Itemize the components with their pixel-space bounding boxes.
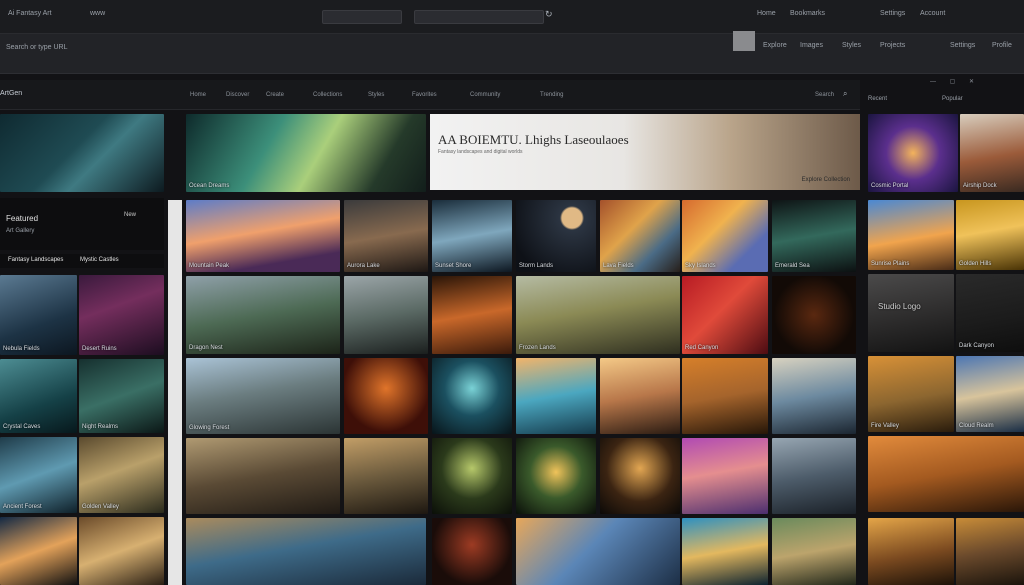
tile-image[interactable] (772, 518, 856, 585)
tile-image[interactable]: Desert Ruins (79, 275, 164, 355)
bookmark-item[interactable]: Home (757, 10, 776, 17)
window-controls[interactable]: — ▢ ✕ (930, 78, 1024, 85)
bookmark-item[interactable]: Bookmarks (790, 10, 825, 17)
address-bar[interactable] (322, 10, 402, 24)
toolbar-item[interactable]: Explore (763, 42, 787, 49)
tile-image[interactable]: Fire Valley (868, 356, 954, 432)
tile-image[interactable]: Studio Logo (868, 274, 954, 352)
nav-item-collections[interactable]: Collections (313, 92, 342, 98)
tile-image[interactable]: Night Realms (79, 359, 164, 433)
tile-image[interactable] (772, 276, 856, 354)
tile-image[interactable] (868, 436, 1024, 512)
tile-image[interactable]: Sunrise Plains (868, 200, 954, 270)
tile-image[interactable]: Sky Islands (682, 200, 768, 272)
address-text[interactable]: Search or type URL (6, 44, 67, 51)
tile-image[interactable]: Crystal Caves (0, 359, 77, 433)
tile-image[interactable] (79, 517, 164, 585)
right-link[interactable]: Recent (868, 96, 887, 102)
featured-sub: Art Gallery (6, 228, 35, 234)
featured-panel (0, 198, 164, 250)
tile-image[interactable] (600, 358, 680, 434)
tile-image[interactable]: Glowing Forest (186, 358, 340, 434)
toolbar-item[interactable]: Profile (992, 42, 1012, 49)
tile-image[interactable]: Lava Fields (600, 200, 680, 272)
nav-item-discover[interactable]: Discover (226, 92, 249, 98)
tile-image[interactable] (186, 438, 340, 514)
toolbar-item[interactable]: Images (800, 42, 823, 49)
scrollbar[interactable] (168, 200, 182, 585)
tile-image[interactable] (868, 518, 954, 585)
tile-image[interactable]: Aurora Lake (344, 200, 428, 272)
hero-subtitle: Fantasy landscapes and digital worlds (438, 149, 523, 155)
tile-image[interactable]: Cosmic Portal (868, 114, 958, 192)
url-label: www (90, 10, 106, 17)
tile-image[interactable]: Emerald Sea (772, 200, 856, 272)
nav-item-favorites[interactable]: Favorites (412, 92, 437, 98)
hero-banner[interactable]: AA BOIEMTU. Lhighs Laseoulaoes Fantasy l… (430, 114, 860, 190)
tile-image[interactable]: Storm Lands (516, 200, 596, 272)
toolbar (0, 34, 1024, 74)
tile-image[interactable]: Ocean Dreams (186, 114, 426, 192)
toolbar-item[interactable]: Projects (880, 42, 905, 49)
tile-image[interactable]: Sunset Shore (432, 200, 512, 272)
tile-image[interactable] (0, 114, 164, 192)
tile-image[interactable] (772, 358, 856, 434)
nav-item-home[interactable]: Home (190, 92, 206, 98)
tile-image[interactable]: Red Canyon (682, 276, 768, 354)
toolbar-item[interactable]: Settings (950, 42, 975, 49)
featured-chip[interactable]: New (124, 212, 136, 218)
tile-image[interactable] (600, 438, 680, 514)
hero-cta[interactable]: Explore Collection (802, 177, 850, 183)
tab-label[interactable]: Ai Fantasy Art (8, 10, 52, 17)
tile-image[interactable] (516, 438, 596, 514)
tile-image[interactable] (772, 438, 856, 514)
bookmark-item[interactable]: Account (920, 10, 945, 17)
hero-title: AA BOIEMTU. Lhighs Laseoulaoes (438, 132, 629, 147)
tile-image[interactable] (432, 438, 512, 514)
toolbar-item[interactable]: Styles (842, 42, 861, 49)
tile-image[interactable]: Airship Dock (960, 114, 1024, 192)
tile-image[interactable]: Dragon Nest (186, 276, 340, 354)
nav-item-styles[interactable]: Styles (368, 92, 384, 98)
search-icon[interactable]: ⌕ (843, 89, 847, 99)
tile-image[interactable] (344, 358, 428, 434)
bookmark-item[interactable]: Settings (880, 10, 905, 17)
brand-logo[interactable]: ArtGen (0, 90, 22, 97)
nav-item-community[interactable]: Community (470, 92, 500, 98)
tile-image[interactable] (516, 518, 680, 585)
tab-label[interactable]: Fantasy Landscapes (8, 257, 63, 263)
tile-image[interactable]: Ancient Forest (0, 437, 77, 513)
nav-item-trending[interactable]: Trending (540, 92, 563, 98)
tile-image[interactable]: Nebula Fields (0, 275, 77, 355)
tile-image[interactable] (682, 358, 768, 434)
featured-heading: Featured (6, 214, 39, 223)
tile-image[interactable]: Golden Valley (79, 437, 164, 513)
tile-image[interactable] (682, 438, 768, 514)
tile-image[interactable] (344, 438, 428, 514)
nav-item-create[interactable]: Create (266, 92, 284, 98)
tile-image[interactable] (516, 358, 596, 434)
tile-image[interactable]: Dark Canyon (956, 274, 1024, 352)
tile-image[interactable] (432, 358, 512, 434)
tile-image[interactable]: Frozen Lands (516, 276, 680, 354)
tile-image[interactable] (682, 518, 768, 585)
tile-image[interactable] (0, 517, 77, 585)
tab-label[interactable]: Mystic Castles (80, 257, 119, 263)
tile-image[interactable] (956, 518, 1024, 585)
search-label[interactable]: Search (815, 92, 834, 98)
tile-image[interactable] (432, 276, 512, 354)
search-field[interactable] (414, 10, 544, 24)
tile-image[interactable]: Cloud Realm (956, 356, 1024, 432)
square-icon[interactable] (733, 31, 755, 51)
tile-image[interactable] (432, 518, 512, 585)
right-link[interactable]: Popular (942, 96, 963, 102)
tile-image[interactable]: Golden Hills (956, 200, 1024, 270)
tile-image[interactable] (344, 276, 428, 354)
tile-image[interactable]: Mountain Peak (186, 200, 340, 272)
refresh-icon[interactable]: ↻ (545, 9, 553, 20)
tile-image[interactable] (186, 518, 426, 585)
